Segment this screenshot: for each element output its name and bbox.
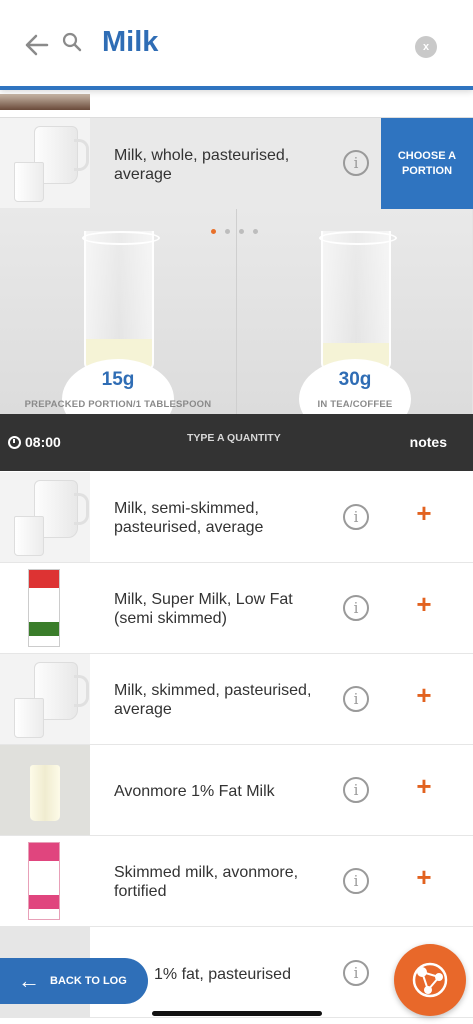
list-item[interactable]: Milk, Super Milk, Low Fat (semi skimmed)… bbox=[0, 563, 473, 654]
carousel-dot[interactable] bbox=[253, 229, 258, 234]
share-network-icon bbox=[412, 962, 448, 998]
selected-food-title: Milk, whole, pasteurised, average bbox=[114, 147, 290, 183]
list-item[interactable]: Skimmed milk, avonmore, fortified i + bbox=[0, 836, 473, 927]
milk-jug-image bbox=[0, 654, 90, 744]
previous-item-image bbox=[0, 94, 90, 110]
add-icon[interactable]: + bbox=[413, 591, 435, 617]
glass-image bbox=[319, 231, 397, 371]
glass-image bbox=[82, 231, 160, 371]
choose-portion-button[interactable]: CHOOSE A PORTION bbox=[381, 118, 473, 218]
carousel-dot[interactable] bbox=[239, 229, 244, 234]
back-to-log-button[interactable]: ← BACK TO LOG bbox=[0, 958, 148, 1004]
milk-carton-image bbox=[0, 836, 90, 926]
food-title: 1% fat, pasteurised bbox=[154, 966, 291, 983]
back-to-log-label: BACK TO LOG bbox=[50, 975, 127, 987]
add-icon[interactable]: + bbox=[413, 864, 435, 890]
info-icon[interactable]: i bbox=[343, 150, 369, 176]
food-title: Milk, Super Milk, Low Fat (semi skimmed) bbox=[114, 591, 293, 627]
add-icon[interactable]: + bbox=[413, 500, 435, 526]
info-icon[interactable]: i bbox=[343, 595, 369, 621]
portion-option[interactable]: 15g PREPACKED PORTION/1 TABLESPOON bbox=[0, 209, 236, 414]
quantity-bar: 08:00 TYPE A QUANTITY notes bbox=[0, 414, 473, 471]
search-icon bbox=[62, 32, 86, 56]
info-icon[interactable]: i bbox=[343, 868, 369, 894]
food-title: Milk, skimmed, pasteurised, average bbox=[114, 682, 312, 718]
carousel-dots bbox=[211, 229, 258, 234]
time-button[interactable]: 08:00 bbox=[8, 434, 61, 450]
notes-button[interactable]: notes bbox=[410, 434, 447, 450]
clock-icon bbox=[8, 435, 21, 449]
info-icon[interactable]: i bbox=[343, 777, 369, 803]
food-title: Milk, semi-skimmed, pasteurised, average bbox=[114, 500, 264, 536]
list-item[interactable]: Milk, semi-skimmed, pasteurised, average… bbox=[0, 472, 473, 563]
info-icon[interactable]: i bbox=[343, 504, 369, 530]
milk-carton-image bbox=[0, 563, 90, 653]
food-title: Avonmore 1% Fat Milk bbox=[114, 783, 275, 800]
home-indicator bbox=[152, 1011, 322, 1016]
add-icon[interactable]: + bbox=[413, 682, 435, 708]
info-icon[interactable]: i bbox=[343, 686, 369, 712]
arrow-left-icon: ← bbox=[18, 968, 40, 993]
portion-carousel[interactable]: 15g PREPACKED PORTION/1 TABLESPOON 30g I… bbox=[0, 209, 473, 414]
list-item[interactable]: Milk, skimmed, pasteurised, average i + bbox=[0, 654, 473, 745]
back-arrow-icon[interactable] bbox=[22, 30, 52, 60]
type-quantity-button[interactable]: TYPE A QUANTITY bbox=[187, 432, 281, 444]
milk-jug-image bbox=[0, 118, 90, 208]
portion-amount: 30g bbox=[338, 369, 372, 390]
portion-amount: 15g bbox=[101, 369, 135, 390]
list-item[interactable]: Avonmore 1% Fat Milk i + bbox=[0, 745, 473, 836]
search-input[interactable]: Milk bbox=[102, 26, 158, 59]
carousel-dot[interactable] bbox=[211, 229, 216, 234]
portion-label: PREPACKED PORTION/1 TABLESPOON bbox=[24, 399, 212, 410]
share-button[interactable] bbox=[394, 944, 466, 1016]
portion-label: IN TEA/COFFEE bbox=[317, 399, 393, 410]
time-value: 08:00 bbox=[25, 434, 61, 450]
selected-food-row[interactable]: Milk, whole, pasteurised, average i CHOO… bbox=[0, 117, 473, 218]
info-icon[interactable]: i bbox=[343, 960, 369, 986]
clear-search-button[interactable]: x bbox=[415, 36, 437, 58]
search-header: Milk x bbox=[0, 0, 473, 90]
carousel-dot[interactable] bbox=[225, 229, 230, 234]
portion-option[interactable]: 30g IN TEA/COFFEE bbox=[236, 209, 472, 414]
milk-glass-image bbox=[0, 745, 90, 835]
milk-jug-image bbox=[0, 472, 90, 562]
add-icon[interactable]: + bbox=[413, 773, 435, 799]
food-title: Skimmed milk, avonmore, fortified bbox=[114, 864, 299, 900]
